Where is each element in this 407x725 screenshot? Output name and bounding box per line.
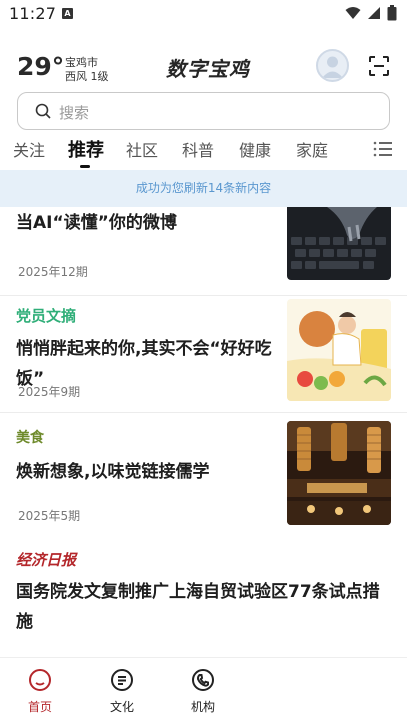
- divider: [0, 295, 407, 296]
- status-bar: 11:27 A: [0, 0, 407, 28]
- nav-home-label: 首页: [27, 700, 52, 714]
- scan-icon: [369, 56, 389, 76]
- tab-health[interactable]: 健康: [239, 137, 271, 161]
- restaurant-photo-thumbnail: [287, 421, 391, 525]
- search-input[interactable]: 搜索: [17, 92, 390, 130]
- battery-icon: [387, 5, 397, 21]
- list-item[interactable]: 党员文摘 悄悄胖起来的你,其实不会“好好吃饭” 2025年9期: [0, 297, 407, 413]
- active-tab-indicator: [80, 165, 90, 168]
- status-time: 11:27: [9, 4, 57, 23]
- tab-recommend[interactable]: 推荐: [68, 136, 104, 162]
- tab-family[interactable]: 家庭: [296, 137, 328, 161]
- search-placeholder: 搜索: [59, 104, 90, 122]
- list-item[interactable]: 经济日报 国务院发文复制推广上海自贸试验区77条试点措施: [0, 537, 407, 657]
- keyboard-photo-thumbnail: [287, 207, 391, 280]
- scan-button[interactable]: [367, 54, 391, 78]
- sim-badge: A: [62, 8, 73, 19]
- weather-wind: 西风 1级: [65, 70, 109, 83]
- nav-organization[interactable]: 机构: [173, 668, 233, 715]
- signal-icon: [368, 7, 380, 19]
- food-illustration-thumbnail: [287, 299, 391, 401]
- bottom-navigation: 首页 文化 机构: [0, 657, 407, 725]
- culture-icon: [111, 669, 133, 691]
- article-date: 2025年9期: [18, 385, 81, 399]
- article-date: 2025年5期: [18, 509, 81, 523]
- nav-organization-label: 机构: [190, 700, 215, 714]
- article-source: 党员文摘: [16, 307, 77, 325]
- news-feed: 当AI“读懂”你的微博 2025年12期 党员文摘 悄悄胖起来的你,其实不会“好…: [0, 207, 407, 657]
- article-date: 2025年12期: [18, 265, 88, 279]
- article-title: 焕新想象,以味觉链接儒学: [16, 462, 210, 482]
- nav-culture[interactable]: 文化: [92, 668, 152, 715]
- home-icon: [29, 669, 51, 691]
- organization-icon: [192, 669, 214, 691]
- tab-science[interactable]: 科普: [182, 137, 214, 161]
- refresh-banner: 成功为您刷新14条新内容: [0, 170, 407, 207]
- list-item[interactable]: 当AI“读懂”你的微博 2025年12期: [0, 207, 407, 302]
- nav-culture-label: 文化: [109, 700, 134, 714]
- article-source: 经济日报: [16, 551, 77, 569]
- search-icon: [35, 103, 51, 119]
- nav-home[interactable]: 首页: [10, 668, 70, 715]
- channel-tabs: 关注 推荐 社区 科普 健康 家庭: [0, 134, 407, 170]
- tab-community[interactable]: 社区: [126, 137, 158, 161]
- brand-logo: 数字宝鸡: [166, 57, 250, 81]
- user-icon: [322, 56, 343, 78]
- article-title: 国务院发文复制推广上海自贸试验区77条试点措施: [16, 582, 380, 632]
- status-icons: [345, 5, 397, 21]
- article-title: 当AI“读懂”你的微博: [16, 213, 177, 233]
- avatar[interactable]: [316, 49, 349, 82]
- article-source: 美食: [16, 430, 44, 446]
- menu-icon[interactable]: [373, 140, 393, 158]
- wifi-icon: [345, 7, 361, 19]
- header: 29° 宝鸡市 西风 1级 数字宝鸡: [0, 40, 407, 90]
- temperature: 29°: [17, 52, 65, 81]
- tab-follow[interactable]: 关注: [13, 137, 45, 161]
- list-item[interactable]: 美食 焕新想象,以味觉链接儒学 2025年5期: [0, 413, 407, 537]
